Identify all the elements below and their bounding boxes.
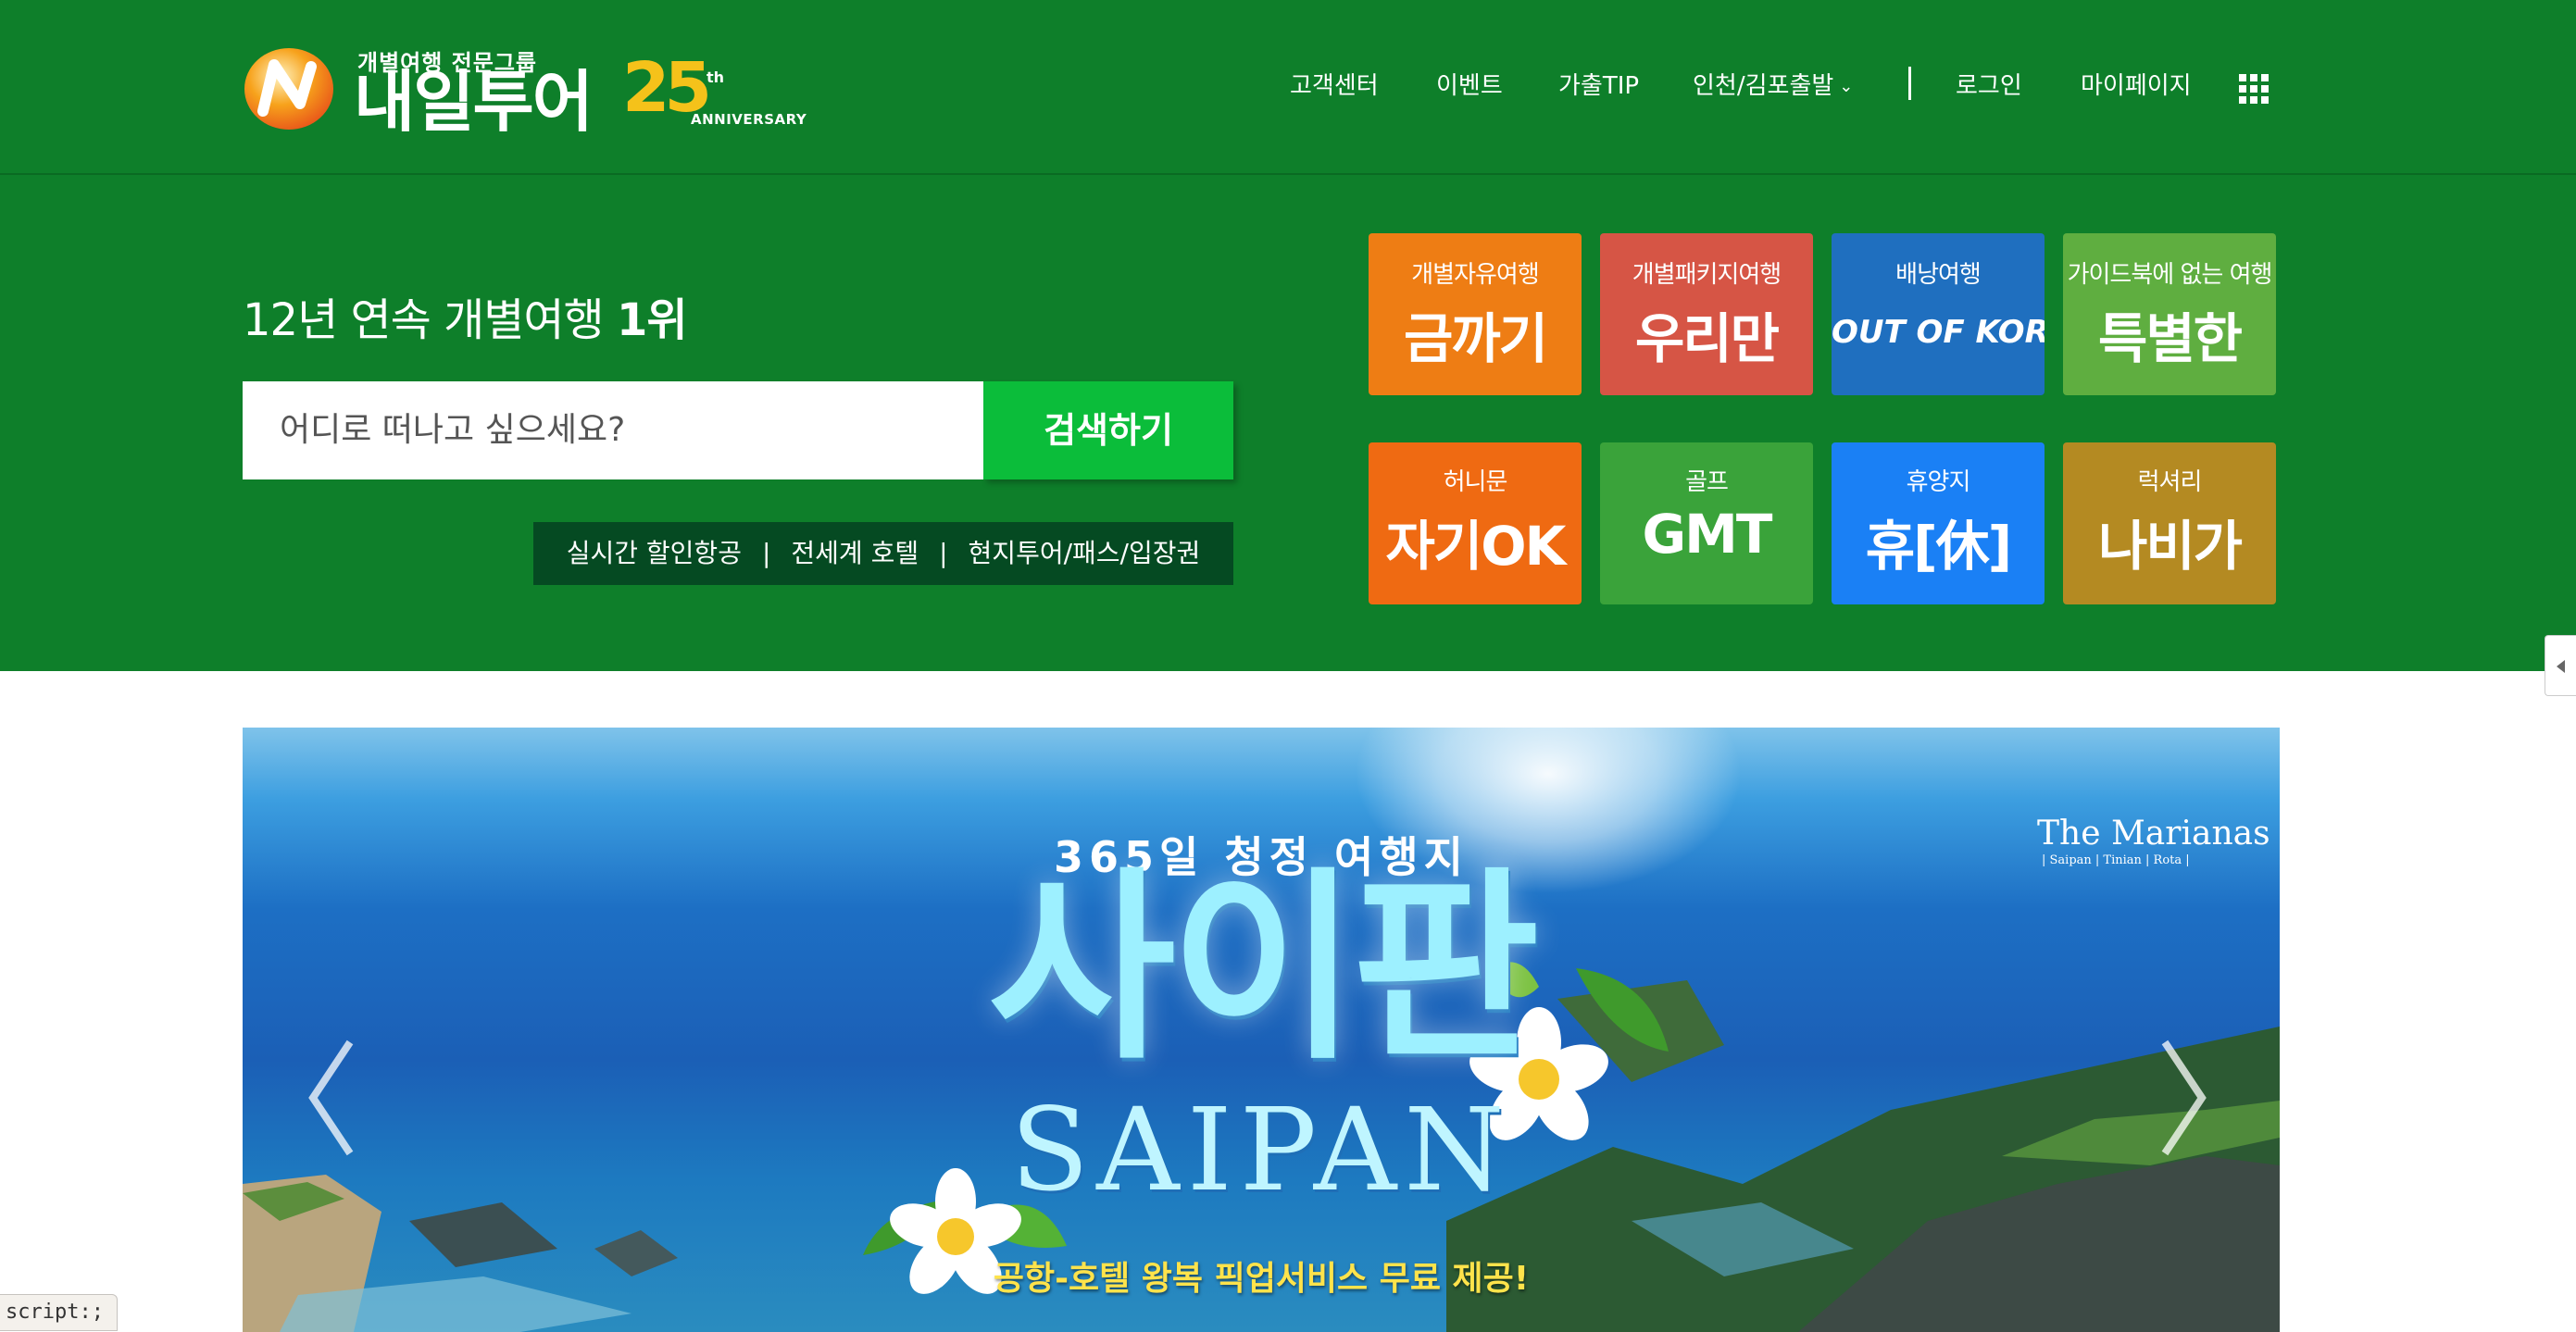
banner-title-en: SAIPAN — [1010, 1084, 1512, 1217]
tile-title: 나비가 — [2097, 515, 2243, 578]
banner-caption: 공항-호텔 왕복 픽업서비스 무료 제공! — [993, 1260, 1530, 1298]
tile-resort[interactable]: 휴양지휴[休] — [1832, 442, 2045, 604]
grid-menu-icon[interactable] — [2239, 74, 2269, 104]
tile-subtitle: 골프 — [1685, 468, 1729, 496]
tile-golf[interactable]: 골프 GMT — [1600, 442, 1813, 604]
tile-subtitle: 허니문 — [1443, 468, 1508, 496]
headline-emphasis: 1위 — [616, 294, 688, 346]
tile-special[interactable]: 가이드북에 없는 여행특별한 — [2063, 233, 2276, 395]
tile-title: 휴[休] — [1865, 515, 2012, 578]
tile-free-travel[interactable]: 개별자유여행금까기 — [1369, 233, 1582, 395]
tile-subtitle: 가이드북에 없는 여행 — [2067, 261, 2273, 289]
side-panel-toggle[interactable] — [2545, 635, 2576, 696]
tile-title: 자기OK — [1385, 515, 1567, 578]
logo-name: 내일투어 — [354, 63, 594, 141]
nav-login[interactable]: 로그인 — [1956, 67, 2022, 101]
anniversary-label: ANNIVERSARY — [691, 111, 807, 128]
search-input[interactable]: 어디로 떠나고 싶으세요? — [243, 381, 983, 479]
tile-title: GMT — [1642, 503, 1773, 566]
quick-link-separator: | — [761, 538, 771, 568]
tile-package[interactable]: 개별패키지여행우리만 — [1600, 233, 1813, 395]
tile-subtitle: 럭셔리 — [2137, 468, 2203, 496]
headline-text: 12년 연속 개별여행 — [243, 294, 617, 346]
quick-link-tours[interactable]: 현지투어/패스/입장권 — [969, 538, 1201, 568]
quick-link-separator: | — [939, 538, 948, 568]
promo-banner[interactable]: 365일 청정 여행지 사이판 SAIPAN 공항-호텔 왕복 픽업서비스 무료… — [243, 728, 2280, 1332]
nav-customer-center[interactable]: 고객센터 — [1290, 67, 1379, 101]
chevron-down-icon: ⌄ — [1839, 77, 1854, 96]
site-logo[interactable]: 개별여행 전문그룹 내일투어 25th ANNIVERSARY — [243, 41, 807, 143]
quick-link-hotels[interactable]: 전세계 호텔 — [791, 538, 919, 568]
nav-events[interactable]: 이벤트 — [1436, 67, 1503, 101]
tile-subtitle: 개별패키지여행 — [1632, 261, 1782, 289]
status-bar: script:; — [0, 1294, 118, 1331]
nav-mypage[interactable]: 마이페이지 — [2081, 67, 2192, 101]
search-button[interactable]: 검색하기 — [983, 381, 1233, 479]
tile-luxury[interactable]: 럭셔리나비가 — [2063, 442, 2276, 604]
nav-travel-tip[interactable]: 가출TIP — [1558, 67, 1639, 101]
tile-title: OUT OF KOREA — [1832, 314, 2045, 351]
tile-subtitle: 배낭여행 — [1895, 261, 1982, 289]
tile-subtitle: 개별자유여행 — [1411, 261, 1540, 289]
nav-departure-dropdown[interactable]: 인천/김포출발 ⌄ — [1693, 67, 1853, 101]
chevron-right-icon[interactable] — [2156, 1033, 2211, 1163]
banner-brand: The Marianas — [2037, 815, 2270, 853]
chevron-left-icon[interactable] — [304, 1033, 359, 1163]
hero-headline: 12년 연속 개별여행 1위 — [243, 283, 688, 348]
banner-title: 사이판 — [988, 850, 1539, 1087]
quick-link-flights[interactable]: 실시간 할인항공 — [567, 538, 742, 568]
quick-links-bar: 실시간 할인항공 | 전세계 호텔 | 현지투어/패스/입장권 — [533, 522, 1233, 585]
banner-brand-sub: | Saipan | Tinian | Rota | — [2042, 853, 2190, 867]
tile-title: 금까기 — [1403, 307, 1548, 370]
nav-divider — [1908, 67, 1911, 100]
tile-title: 우리만 — [1634, 307, 1780, 370]
tile-subtitle: 휴양지 — [1906, 468, 1971, 496]
tile-backpacking[interactable]: 배낭여행 OUT OF KOREA — [1832, 233, 2045, 395]
anniversary-suffix: th — [706, 68, 725, 86]
nav-departure-label: 인천/김포출발 — [1693, 72, 1834, 100]
tile-title: 특별한 — [2097, 307, 2243, 370]
logo-mark-icon — [244, 48, 333, 130]
tile-honeymoon[interactable]: 허니문자기OK — [1369, 442, 1582, 604]
